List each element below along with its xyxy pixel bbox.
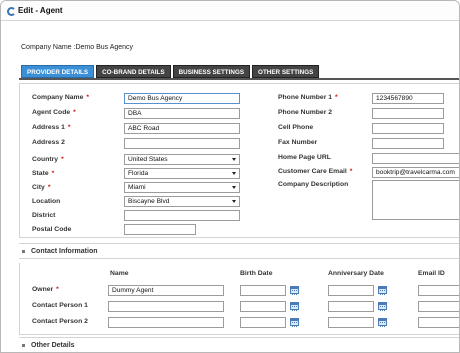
fax-label: Fax Number bbox=[278, 139, 318, 146]
phone1-label: Phone Number 1 * bbox=[278, 94, 338, 101]
edit-agent-window: Edit - Agent Company Name :Demo Bus Agen… bbox=[0, 0, 460, 353]
contact-person-2-anniversary-input[interactable] bbox=[328, 317, 374, 328]
district-label: District bbox=[32, 212, 56, 219]
country-label: Country * bbox=[32, 156, 64, 163]
email-label: Customer Care Email * bbox=[278, 168, 353, 175]
title-bar: Edit - Agent bbox=[1, 1, 459, 21]
contact-person-2-name-input[interactable] bbox=[108, 317, 224, 328]
company-description-textarea[interactable] bbox=[372, 180, 459, 220]
dropdown-arrow-icon bbox=[232, 186, 236, 189]
contact-person-2-email-input[interactable] bbox=[418, 317, 459, 328]
address2-input[interactable] bbox=[124, 138, 240, 149]
calendar-icon[interactable] bbox=[378, 286, 387, 295]
calendar-icon[interactable] bbox=[378, 318, 387, 327]
other-details-title: Other Details bbox=[31, 342, 75, 349]
contact-section-header[interactable]: Contact Information bbox=[19, 243, 459, 259]
contact-person-1-label: Contact Person 1 bbox=[32, 302, 88, 309]
owner-birth-date-input[interactable] bbox=[240, 285, 286, 296]
cell-phone-input[interactable] bbox=[372, 123, 444, 134]
owner-label: Owner * bbox=[32, 286, 59, 293]
tab-co-brand-details[interactable]: CO-BRAND DETAILS bbox=[96, 65, 171, 78]
state-select[interactable]: Florida bbox=[124, 168, 240, 179]
phone1-input[interactable]: 1234567890 bbox=[372, 93, 444, 104]
state-label: State * bbox=[32, 170, 55, 177]
col-anniversary-date: Anniversary Date bbox=[328, 270, 384, 277]
postal-code-label: Postal Code bbox=[32, 226, 72, 233]
address1-label: Address 1 * bbox=[32, 124, 71, 131]
agent-code-input[interactable]: DBA bbox=[124, 108, 240, 119]
tab-provider-details[interactable]: PROVIDER DETAILS bbox=[21, 65, 95, 78]
calendar-icon[interactable] bbox=[378, 302, 387, 311]
company-name-value: :Demo Bus Agency bbox=[73, 44, 134, 51]
contact-person-1-anniversary-input[interactable] bbox=[328, 301, 374, 312]
calendar-icon[interactable] bbox=[290, 286, 299, 295]
state-value: Florida bbox=[128, 170, 149, 177]
contact-person-1-name-input[interactable] bbox=[108, 301, 224, 312]
homepage-input[interactable] bbox=[372, 153, 459, 164]
calendar-icon[interactable] bbox=[290, 318, 299, 327]
cell-phone-label: Cell Phone bbox=[278, 124, 314, 131]
address2-label: Address 2 bbox=[32, 139, 65, 146]
district-input[interactable] bbox=[124, 210, 240, 221]
owner-name-input[interactable]: Dummy Agent bbox=[108, 285, 224, 296]
company-name-input[interactable]: Demo Bus Agency bbox=[124, 93, 240, 104]
col-email-id: Email ID bbox=[418, 270, 445, 277]
dropdown-arrow-icon bbox=[232, 200, 236, 203]
address1-input[interactable]: ABC Road bbox=[124, 123, 240, 134]
location-value: Biscayne Blvd bbox=[128, 198, 170, 205]
owner-anniversary-input[interactable] bbox=[328, 285, 374, 296]
city-label: City * bbox=[32, 184, 51, 191]
phone2-input[interactable] bbox=[372, 108, 444, 119]
other-details-section-header[interactable]: Other Details bbox=[19, 337, 459, 352]
contact-person-1-birth-input[interactable] bbox=[240, 301, 286, 312]
country-value: United States bbox=[128, 156, 168, 163]
agent-code-label: Agent Code * bbox=[32, 109, 76, 116]
customer-care-email-input[interactable]: booktrip@travelcarma.com bbox=[372, 167, 459, 178]
contact-person-1-email-input[interactable] bbox=[418, 301, 459, 312]
homepage-label: Home Page URL bbox=[278, 154, 331, 161]
location-label: Location bbox=[32, 198, 61, 205]
col-birth-date: Birth Date bbox=[240, 270, 273, 277]
company-name-field-label: Company Name * bbox=[32, 94, 90, 101]
location-select[interactable]: Biscayne Blvd bbox=[124, 196, 240, 207]
city-select[interactable]: Miami bbox=[124, 182, 240, 193]
calendar-icon[interactable] bbox=[290, 302, 299, 311]
phone2-label: Phone Number 2 bbox=[278, 109, 333, 116]
contact-section-title: Contact Information bbox=[31, 248, 98, 255]
dropdown-arrow-icon bbox=[232, 172, 236, 175]
refresh-icon bbox=[7, 7, 16, 16]
company-name-label: Company Name bbox=[21, 44, 72, 51]
window-title: Edit - Agent bbox=[18, 6, 63, 15]
country-select[interactable]: United States bbox=[124, 154, 240, 165]
description-label: Company Description bbox=[278, 181, 349, 188]
tab-business-settings[interactable]: BUSINESS SETTINGS bbox=[172, 65, 251, 78]
city-value: Miami bbox=[128, 184, 146, 191]
contact-person-2-birth-input[interactable] bbox=[240, 317, 286, 328]
dropdown-arrow-icon bbox=[232, 158, 236, 161]
tab-underline bbox=[19, 78, 459, 80]
postal-code-input[interactable] bbox=[124, 224, 196, 235]
contact-person-2-label: Contact Person 2 bbox=[32, 318, 88, 325]
tab-bar: PROVIDER DETAILS CO-BRAND DETAILS BUSINE… bbox=[21, 65, 320, 78]
fax-input[interactable] bbox=[372, 138, 444, 149]
collapse-bullet-icon bbox=[22, 250, 25, 253]
contact-table: Name Birth Date Anniversary Date Email I… bbox=[19, 263, 459, 335]
col-name: Name bbox=[110, 270, 129, 277]
owner-email-input[interactable] bbox=[418, 285, 459, 296]
tab-other-settings[interactable]: OTHER SETTINGS bbox=[252, 65, 320, 78]
provider-details-panel: Company Name * Demo Bus Agency Agent Code… bbox=[19, 83, 459, 238]
collapse-bullet-icon bbox=[22, 344, 25, 347]
company-name-line: Company Name :Demo Bus Agency bbox=[21, 44, 133, 51]
